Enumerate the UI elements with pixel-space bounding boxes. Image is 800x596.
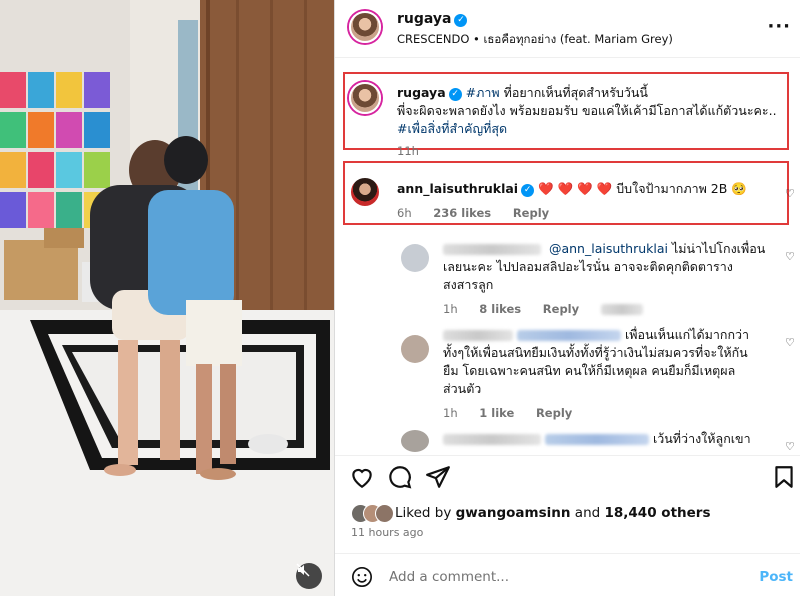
reply-meta: 1h 1 like Reply	[443, 406, 590, 420]
post-comment-button[interactable]: Post	[759, 569, 793, 585]
reply-line-1: เพื่อนเห็นแก่ได้มากกว่า	[624, 327, 750, 342]
caption-text: rugaya ✓ #ภาพ ที่อยากเห็นที่สุดสำหรับวันน…	[397, 84, 789, 138]
verified-badge-icon: ✓	[454, 14, 468, 27]
comment-meta: 6h 236 likes Reply	[397, 206, 567, 220]
like-heart-icon[interactable]	[349, 464, 375, 490]
blurred-extra	[600, 304, 643, 315]
liker-avatar[interactable]	[375, 504, 394, 523]
post-detail-panel: rugaya ✓ CRESCENDO • เธอคือทุกอย่าง (feat…	[334, 0, 800, 596]
author-username[interactable]: rugaya ✓	[397, 11, 468, 27]
post-media-video[interactable]	[0, 0, 334, 596]
reply-line-3: สงสารลูก	[443, 277, 494, 292]
caption-line-2: พี่จะผิดจะพลาดยังไง พร้อมยอมรับ ขอแค่ให้…	[397, 103, 777, 118]
blurred-username	[443, 434, 541, 445]
audio-track[interactable]: CRESCENDO • เธอคือทุกอย่าง (feat. Mariam…	[397, 31, 673, 49]
reply-button[interactable]: Reply	[513, 206, 549, 220]
comment-bubble-icon[interactable]	[387, 464, 413, 490]
comment-likes[interactable]: 236 likes	[433, 206, 491, 220]
verified-badge-icon: ✓	[521, 184, 535, 197]
comment-text: ann_laisuthruklai ✓ ❤️ ❤️ ❤️ ❤️ บีบใจป้าม…	[397, 180, 777, 198]
reply-avatar[interactable]	[401, 244, 429, 272]
comment-username[interactable]: ann_laisuthruklai	[397, 181, 518, 196]
likes-count[interactable]: 18,440 others	[605, 505, 711, 521]
reply-line-2: ทั้งๆให้เพื่อนสนิทยืมเงินทั้งทั้งที่รู้ว…	[443, 345, 748, 360]
heart-emojis: ❤️ ❤️ ❤️ ❤️	[538, 181, 613, 196]
video-frame-illustration	[0, 0, 334, 596]
blurred-username	[443, 244, 541, 255]
like-reply-heart-icon[interactable]: ♡	[785, 336, 795, 349]
comment-body: บีบใจป้ามากภาพ 2B 🥺	[616, 181, 747, 196]
like-comment-heart-icon[interactable]: ♡	[785, 187, 795, 200]
reply-line-1: เว้นที่ว่างให้ลูกเขา	[652, 431, 751, 446]
reply-timestamp[interactable]: 1h	[443, 406, 458, 420]
author-avatar[interactable]	[349, 11, 381, 43]
author-username-text[interactable]: rugaya	[397, 11, 451, 27]
liked-by-prefix: Liked by	[395, 505, 452, 521]
reply-line-3: ยืม โดยเฉพาะคนสนิท คนให้ก็มีเหตุผล คนยืม…	[443, 363, 736, 378]
save-bookmark-icon[interactable]	[771, 464, 797, 490]
caption-username[interactable]: rugaya	[397, 85, 446, 100]
reply-text: เว้นที่ว่างให้ลูกเขา	[443, 430, 777, 448]
mention-link[interactable]: @ann_laisuthruklai	[549, 241, 668, 256]
reply-avatar[interactable]	[401, 335, 429, 363]
comment-timestamp[interactable]: 6h	[397, 206, 412, 220]
liked-by-and: and	[574, 505, 601, 521]
liked-by-user[interactable]: gwangoamsinn	[456, 505, 571, 521]
liked-by-summary: Liked by gwangoamsinn and 18,440 others	[395, 505, 710, 521]
post-header: rugaya ✓ CRESCENDO • เธอคือทุกอย่าง (feat…	[335, 0, 800, 58]
blurred-mention	[544, 434, 649, 445]
caption-author-avatar[interactable]	[349, 82, 381, 114]
verified-badge-icon: ✓	[448, 88, 462, 101]
reply-likes[interactable]: 8 likes	[479, 302, 521, 316]
reply-avatar[interactable]	[401, 430, 429, 452]
actions-divider	[335, 455, 800, 456]
like-reply-heart-icon[interactable]: ♡	[785, 250, 795, 263]
mute-button[interactable]	[296, 563, 322, 589]
reply-text: เพื่อนเห็นแก่ได้มากกว่า ทั้งๆให้เพื่อนสน…	[443, 326, 777, 398]
more-options-icon[interactable]: ···	[767, 16, 791, 37]
reply-likes[interactable]: 1 like	[479, 406, 514, 420]
emoji-icon[interactable]	[351, 566, 373, 588]
post-timestamp[interactable]: 11 hours ago	[351, 526, 423, 539]
reply-timestamp[interactable]: 1h	[443, 302, 458, 316]
reply-button[interactable]: Reply	[536, 406, 572, 420]
blurred-username	[443, 330, 513, 341]
comment-input[interactable]: Add a comment...	[389, 569, 509, 585]
share-paper-plane-icon[interactable]	[425, 464, 451, 490]
reply-line-1: ไม่น่าไปโกงเพื่อน	[671, 241, 766, 256]
reply-button[interactable]: Reply	[543, 302, 579, 316]
add-comment-bar: Add a comment... Post	[335, 553, 800, 596]
blurred-mention	[516, 330, 621, 341]
caption-timestamp[interactable]: 11h	[397, 144, 419, 158]
commenter-avatar[interactable]	[349, 176, 381, 208]
caption-meta: 11h	[397, 144, 437, 158]
hashtag-link[interactable]: #เพื่อสิ่งที่สำคัญที่สุด	[397, 121, 507, 136]
reply-line-4: ส่วนตัว	[443, 381, 482, 396]
reply-line-2: เลยนะคะ ไปปลอมสลิปอะไรนั่น อาจจะติดคุกติ…	[443, 259, 733, 274]
hashtag-link[interactable]: #ภาพ	[466, 85, 500, 100]
speaker-muted-icon	[296, 563, 310, 577]
like-reply-heart-icon[interactable]: ♡	[785, 440, 795, 453]
reply-text: @ann_laisuthruklai ไม่น่าไปโกงเพื่อน เลย…	[443, 240, 777, 294]
caption-line-1: ที่อยากเห็นที่สุดสำหรับวันนี้	[503, 85, 648, 100]
reply-meta: 1h 8 likes Reply	[443, 302, 661, 316]
